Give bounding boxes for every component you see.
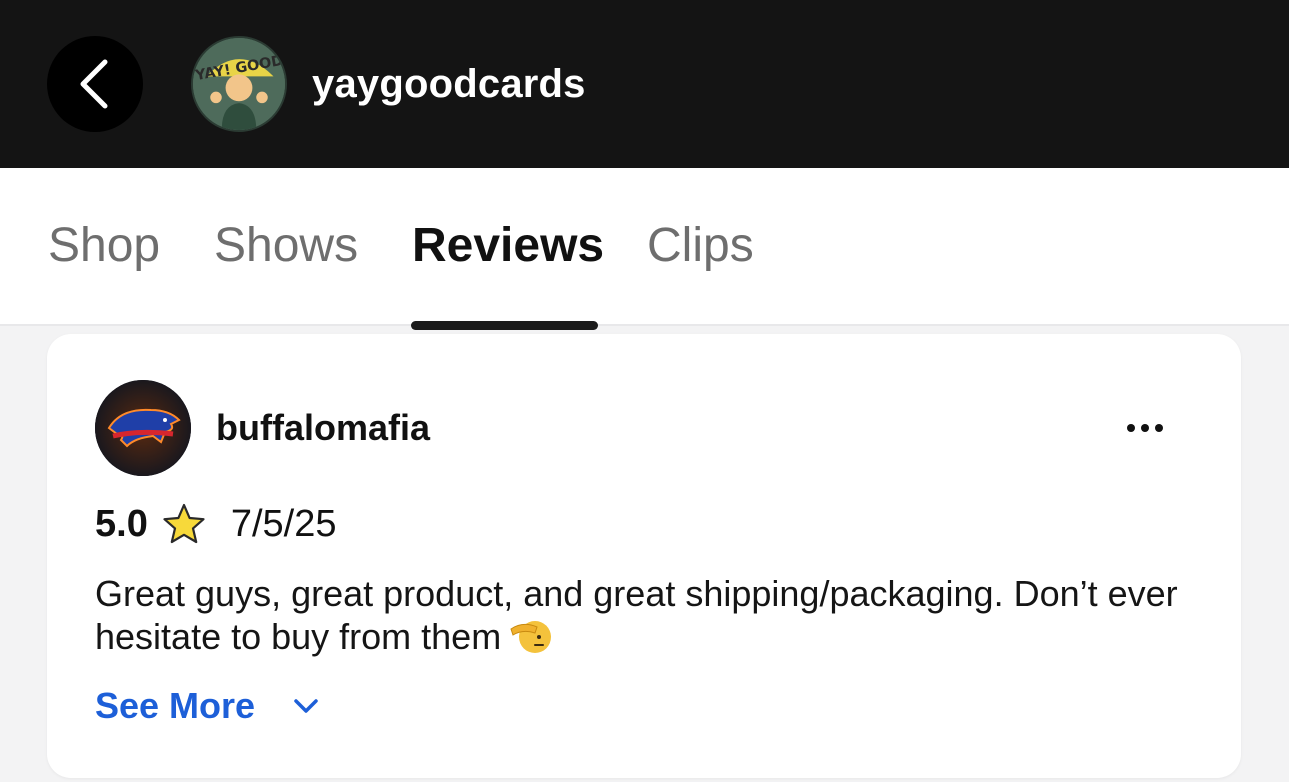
tab-bar: Shop Shows Reviews Clips (0, 168, 1289, 330)
chevron-down-icon (294, 699, 318, 713)
review-body: Great guys, great product, and great shi… (95, 573, 1178, 657)
reviewer-avatar[interactable] (95, 380, 191, 476)
active-tab-indicator (411, 321, 598, 330)
rating-value: 5.0 (95, 503, 148, 545)
more-options-icon (1127, 424, 1135, 432)
reviewer-name[interactable]: buffalomafia (216, 406, 430, 450)
back-button[interactable] (47, 36, 143, 132)
shop-avatar[interactable]: YAY! GOOD (191, 36, 287, 132)
review-card: buffalomafia 5.0 7/5/25 Great guys, grea… (47, 334, 1241, 778)
more-options-icon (1141, 424, 1149, 432)
see-more-label: See More (95, 685, 256, 726)
see-more-button[interactable]: See More (95, 684, 321, 728)
rating-row: 5.0 7/5/25 (95, 502, 336, 546)
buffalo-logo (95, 380, 191, 476)
back-arrow-icon (80, 59, 108, 109)
review-text: Great guys, great product, and great shi… (95, 572, 1195, 658)
more-options-icon (1155, 424, 1163, 432)
salute-icon (510, 621, 552, 653)
top-bar: YAY! GOOD yaygoodcards (0, 0, 1289, 168)
tab-reviews[interactable]: Reviews (412, 218, 604, 274)
tab-clips[interactable]: Clips (647, 218, 754, 274)
tab-shop[interactable]: Shop (48, 218, 160, 274)
tab-shows[interactable]: Shows (214, 218, 358, 274)
shop-logo: YAY! GOOD (193, 38, 285, 130)
more-options-button[interactable] (1117, 410, 1173, 446)
star-icon (163, 503, 205, 544)
review-date: 7/5/25 (230, 503, 337, 545)
shop-name[interactable]: yaygoodcards (312, 60, 586, 108)
